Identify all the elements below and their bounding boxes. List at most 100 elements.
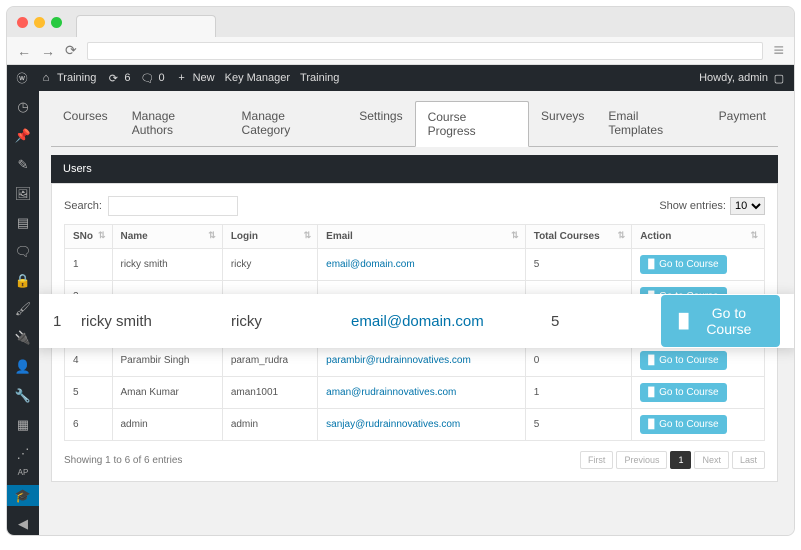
table-row: 5Aman Kumaraman1001 aman@rudrainnovatives… [65,377,765,409]
training-link[interactable]: Training [300,72,339,84]
media-icon[interactable]: 🖼 [7,184,39,205]
search-input[interactable] [108,196,238,216]
settings-icon[interactable]: ▦ [7,414,39,435]
tab-payment[interactable]: Payment [707,101,778,146]
reload-icon[interactable]: ⟳ [65,42,77,59]
cell-name: Aman Kumar [112,377,222,409]
browser-menu-icon[interactable]: ≡ [773,40,784,61]
tab-surveys[interactable]: Surveys [529,101,596,146]
page-next-button[interactable]: Next [694,451,729,469]
cell-action: ▉Go to Course [632,249,765,281]
updates-count: 6 [124,72,130,84]
forward-icon[interactable]: → [41,43,55,59]
col-total-courses[interactable]: Total Courses⇅ [525,225,631,249]
maximize-window-button[interactable] [51,17,62,28]
users-icon[interactable]: 👤 [7,357,39,378]
cell-login: admin [222,409,317,441]
sort-icon: ⇅ [618,230,626,241]
courses-icon[interactable]: 🎓 [7,485,39,506]
hr-name: ricky smith [81,313,231,330]
tab-email-templates[interactable]: Email Templates [596,101,706,146]
traffic-lights [17,17,62,28]
wordpress-icon[interactable]: ⓦ [15,70,29,86]
appearance-icon[interactable]: 🖌 [7,299,39,320]
cell-login: aman1001 [222,377,317,409]
posts-icon[interactable]: ✎ [7,155,39,176]
col-email[interactable]: Email⇅ [318,225,526,249]
col-sno[interactable]: SNo⇅ [65,225,113,249]
entries-label: Show entries: [659,200,726,212]
table-info: Showing 1 to 6 of 6 entries [64,455,182,466]
cell-sno: 1 [65,249,113,281]
greeting-text: Howdy, admin [699,72,768,84]
content-area: CoursesManage AuthorsManage CategorySett… [39,91,794,535]
comment-icon: 🗨 [140,72,154,85]
page-prev-button[interactable]: Previous [616,451,667,469]
minimize-window-button[interactable] [34,17,45,28]
hr-total: 5 [551,313,661,330]
tab-course-progress[interactable]: Course Progress [415,101,529,147]
email-link[interactable]: parambir@rudrainnovatives.com [326,355,471,366]
lock-icon[interactable]: 🔒 [7,270,39,291]
updates-link[interactable]: ⟳6 [106,72,130,85]
tab-courses[interactable]: Courses [51,101,120,146]
browser-toolbar: ← → ⟳ ≡ [7,37,794,65]
cell-total: 0 [525,345,631,377]
book-icon: ▉ [648,259,655,270]
cell-total: 1 [525,377,631,409]
plugins-icon[interactable]: 🔌 [7,328,39,349]
hr-sno: 1 [53,313,81,330]
ap-label[interactable]: AP [18,468,29,477]
hr-action-label: Go to Course [696,305,762,337]
panel-title: Users [51,155,778,183]
cell-action: ▉Go to Course [632,345,765,377]
tab-manage-authors[interactable]: Manage Authors [120,101,230,146]
browser-window: ← → ⟳ ≡ ⓦ ⌂Training ⟳6 🗨0 +New Key Manag… [6,6,795,536]
col-name[interactable]: Name⇅ [112,225,222,249]
user-greeting[interactable]: Howdy, admin ▢ [699,72,786,85]
entries-select[interactable]: 10 [730,197,765,215]
email-link[interactable]: sanjay@rudrainnovatives.com [326,419,460,430]
page-last-button[interactable]: Last [732,451,765,469]
go-to-course-button[interactable]: ▉Go to Course [640,383,726,402]
hr-login: ricky [231,313,351,330]
cell-total: 5 [525,249,631,281]
cell-action: ▉Go to Course [632,409,765,441]
cell-email: aman@rudrainnovatives.com [318,377,526,409]
avatar-icon: ▢ [772,72,786,85]
site-link[interactable]: ⌂Training [39,72,96,84]
plus-icon: + [175,72,189,84]
feed-icon[interactable]: ⋰ [7,443,39,464]
highlighted-row: 1 ricky smith ricky email@domain.com 5 ▉… [39,294,794,348]
go-to-course-button[interactable]: ▉Go to Course [640,255,726,274]
new-link[interactable]: + New [175,72,215,84]
tab-manage-category[interactable]: Manage Category [230,101,348,146]
key-manager-link[interactable]: Key Manager [225,72,290,84]
tab-settings[interactable]: Settings [347,101,414,146]
page-1-button[interactable]: 1 [670,451,691,469]
pages-icon[interactable]: ▤ [7,212,39,233]
tools-icon[interactable]: 🔧 [7,386,39,407]
go-to-course-button[interactable]: ▉Go to Course [640,351,726,370]
col-action[interactable]: Action⇅ [632,225,765,249]
back-icon[interactable]: ← [17,43,31,59]
comments-count: 0 [158,72,164,84]
page-first-button[interactable]: First [580,451,614,469]
email-link[interactable]: aman@rudrainnovatives.com [326,387,456,398]
address-bar[interactable] [87,42,764,60]
collapse-icon[interactable]: ◀ [7,514,39,535]
comments-icon[interactable]: 🗨 [7,241,39,262]
go-to-course-button[interactable]: ▉Go to Course [640,415,726,434]
close-window-button[interactable] [17,17,28,28]
comments-link[interactable]: 🗨0 [140,72,164,85]
browser-tab[interactable] [76,15,216,37]
col-login[interactable]: Login⇅ [222,225,317,249]
new-label: New [193,72,215,84]
cell-name: admin [112,409,222,441]
cell-sno: 5 [65,377,113,409]
email-link[interactable]: email@domain.com [326,259,415,270]
dashboard-icon[interactable]: ◷ [7,97,39,118]
sort-icon: ⇅ [304,230,312,241]
go-to-course-button[interactable]: ▉Go to Course [661,295,780,347]
pin-icon[interactable]: 📌 [7,126,39,147]
